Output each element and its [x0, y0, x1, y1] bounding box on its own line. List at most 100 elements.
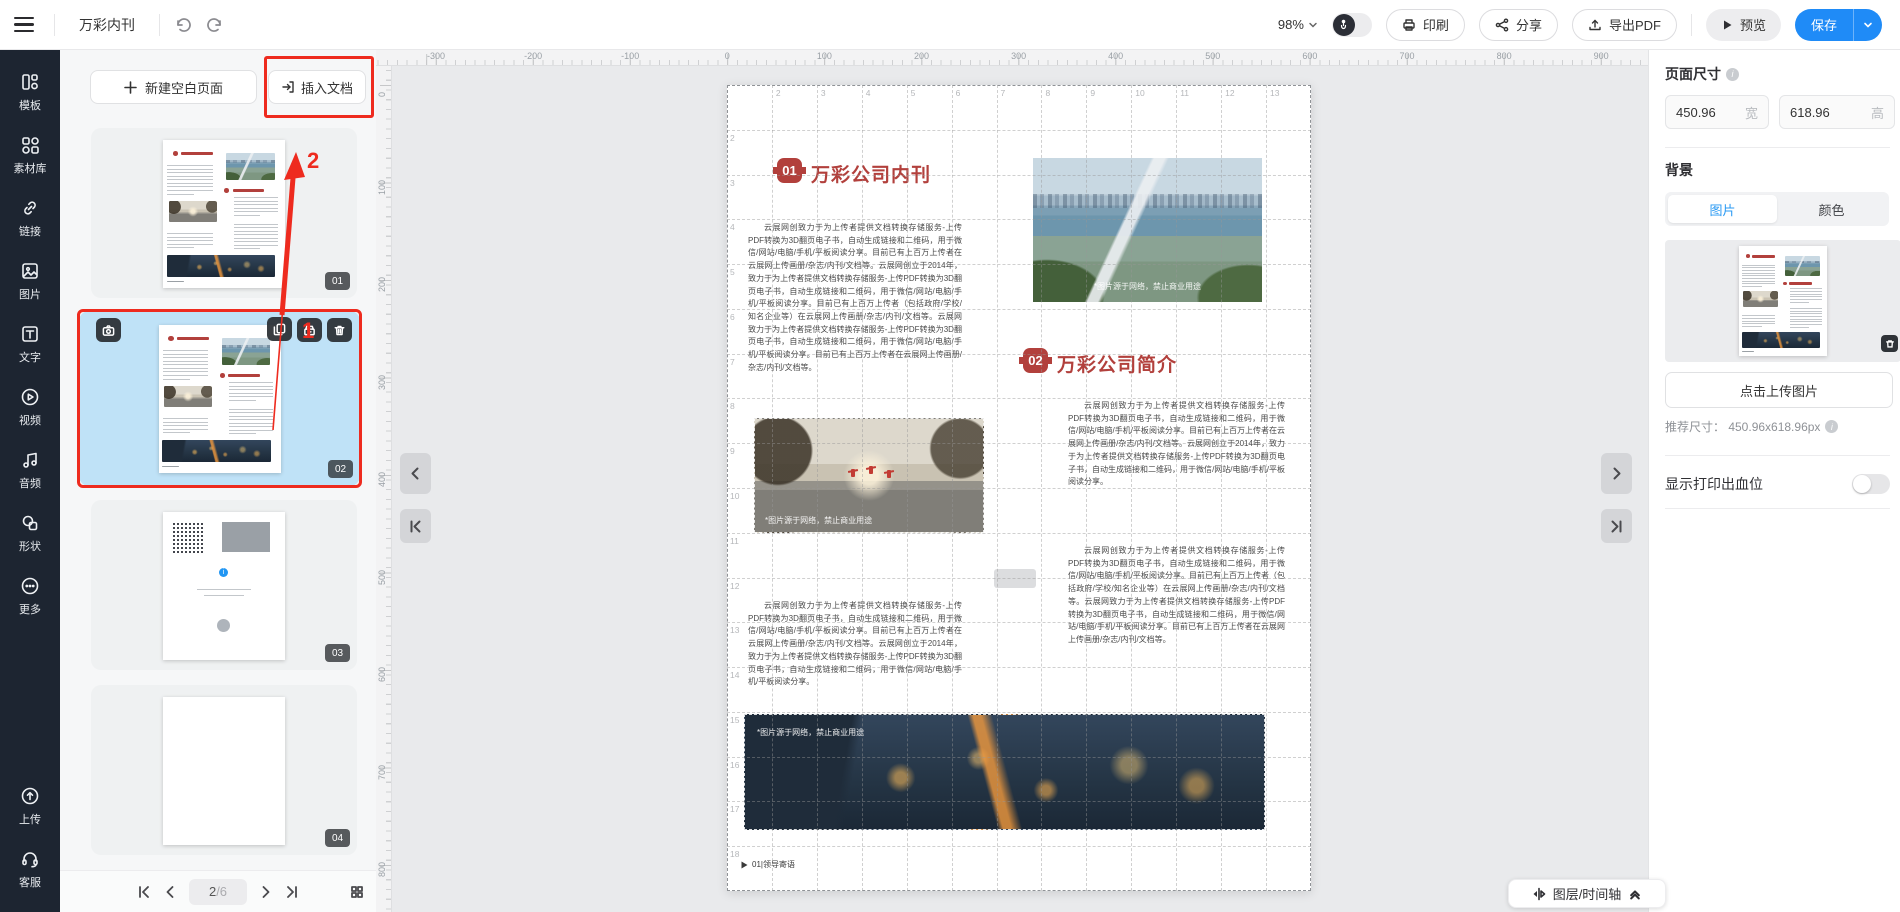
- undo-icon[interactable]: [174, 16, 192, 34]
- last-page-nav-button[interactable]: [1601, 509, 1632, 543]
- template-icon: [20, 72, 40, 92]
- sidebar-item-templates[interactable]: 模板: [0, 72, 60, 113]
- page-width-field[interactable]: 宽: [1665, 95, 1769, 129]
- insert-document-button[interactable]: 插入文档: [268, 70, 366, 104]
- people-on-road-photo[interactable]: *图片源于网络，禁止商业用途: [754, 418, 984, 533]
- sidebar-item-shapes[interactable]: 形状: [0, 513, 60, 554]
- section-badge-02[interactable]: 02: [1023, 348, 1048, 373]
- preview-shape: [1742, 273, 1775, 274]
- preview-shape: [167, 194, 194, 195]
- preview-button[interactable]: 预览: [1706, 9, 1781, 41]
- current-page: 2: [209, 884, 216, 899]
- menu-icon[interactable]: [14, 12, 40, 38]
- layers-timeline-button[interactable]: 图层/时间轴: [1508, 879, 1666, 908]
- first-page-nav-button[interactable]: [400, 509, 431, 543]
- preview-shape: [167, 179, 212, 180]
- grid-view-icon[interactable]: [350, 885, 364, 899]
- photo-watermark: *图片源于网络，禁止商业用途: [765, 515, 872, 526]
- prev-page-nav-button[interactable]: [400, 453, 431, 494]
- sidebar-item-support[interactable]: 客服: [0, 849, 60, 890]
- touch-mode-toggle[interactable]: [1332, 13, 1372, 37]
- remove-background-icon[interactable]: [1881, 335, 1898, 352]
- element-drag-handle[interactable]: [994, 569, 1036, 588]
- snapshot-camera-icon[interactable]: [96, 318, 121, 342]
- new-blank-page-label: 新建空白页面: [145, 78, 223, 97]
- background-preview[interactable]: [1665, 240, 1900, 362]
- save-dropdown-caret[interactable]: [1853, 9, 1882, 41]
- bleed-toggle[interactable]: [1852, 474, 1890, 494]
- page-size-label: 页面尺寸 i: [1665, 64, 1739, 84]
- preview-shape: [229, 419, 273, 420]
- next-page-nav-button[interactable]: [1601, 453, 1632, 494]
- duplicate-page-icon[interactable]: [267, 317, 292, 341]
- page-paragraph-right-1[interactable]: 云展网创致力于为上传者提供文档转换存储服务-上传PDF转换为3D翻页电子书，自动…: [1068, 400, 1285, 528]
- sidebar-item-upload[interactable]: 上传: [0, 786, 60, 827]
- upload-image-button[interactable]: 点击上传图片: [1665, 372, 1893, 408]
- first-page-icon[interactable]: [137, 885, 151, 899]
- city-bridge-photo[interactable]: *图片源于网络，禁止商业用途: [1032, 157, 1263, 303]
- page-footer[interactable]: 01|领导寄语: [741, 859, 795, 870]
- export-pdf-button[interactable]: 导出PDF: [1572, 9, 1677, 41]
- previous-page-icon[interactable]: [163, 885, 177, 899]
- save-button[interactable]: 保存: [1795, 9, 1882, 41]
- page-paragraph-left-2[interactable]: 云展网创致力于为上传者提供文档转换存储服务-上传PDF转换为3D翻页电子书，自动…: [748, 600, 962, 700]
- text-icon: [20, 324, 40, 344]
- page-height-field[interactable]: 高: [1779, 95, 1895, 129]
- preview-shape: [1790, 319, 1822, 320]
- grid-line: [727, 712, 1311, 713]
- sidebar-label: 模板: [19, 97, 41, 113]
- next-page-icon[interactable]: [259, 885, 273, 899]
- zoom-select[interactable]: 98%: [1278, 17, 1318, 32]
- preview-shape: [1790, 316, 1822, 317]
- sidebar-item-audio[interactable]: 音频: [0, 450, 60, 491]
- preview-shape: [168, 336, 173, 341]
- redo-icon[interactable]: [206, 16, 224, 34]
- preview-shape: [1785, 256, 1820, 276]
- sidebar-item-more[interactable]: 更多: [0, 576, 60, 617]
- page-thumbnail-2-selected[interactable]: 02: [79, 311, 360, 486]
- sidebar-item-images[interactable]: 图片: [0, 261, 60, 302]
- print-button[interactable]: 印刷: [1386, 9, 1465, 41]
- section-title-2[interactable]: 万彩公司简介: [1057, 350, 1177, 377]
- width-suffix: 宽: [1745, 103, 1758, 122]
- preview-shape: [167, 169, 212, 170]
- page-paragraph-left-1[interactable]: 云展网创致力于为上传者提供文档转换存储服务-上传PDF转换为3D翻页电子书，自动…: [748, 222, 962, 402]
- share-button[interactable]: 分享: [1479, 9, 1558, 41]
- page-thumbnail-3[interactable]: i 03: [91, 500, 357, 670]
- page-canvas[interactable]: 01 万彩公司内刊 云展网创致力于为上传者提供文档转换存储服务-上传PDF转换为…: [727, 85, 1311, 891]
- sidebar-item-video[interactable]: 视频: [0, 387, 60, 428]
- new-blank-page-button[interactable]: 新建空白页面: [90, 70, 257, 104]
- canvas-area[interactable]: -300-200-1000100200300400500600700800900…: [376, 50, 1648, 912]
- sidebar-label: 更多: [19, 601, 41, 617]
- sidebar-item-assets[interactable]: 素材库: [0, 135, 60, 176]
- page-preview: [163, 140, 285, 288]
- page-paragraph-right-2[interactable]: 云展网创致力于为上传者提供文档转换存储服务-上传PDF转换为3D翻页电子书，自动…: [1068, 545, 1285, 700]
- bleed-label: 显示打印出血位: [1665, 474, 1763, 494]
- page-indicator[interactable]: 2/6: [189, 879, 247, 905]
- tab-color[interactable]: 颜色: [1777, 195, 1886, 223]
- page-height-input[interactable]: [1790, 105, 1852, 120]
- section-title-1[interactable]: 万彩公司内刊: [811, 160, 931, 187]
- preview-shape: [229, 386, 273, 387]
- preview-shape: [1742, 332, 1820, 348]
- sidebar-item-text[interactable]: 文字: [0, 324, 60, 365]
- preview-shape: [234, 245, 278, 246]
- section-badge-01[interactable]: 01: [777, 158, 802, 183]
- page-width-input[interactable]: [1676, 105, 1738, 120]
- page-number-badge: 01: [325, 272, 350, 290]
- sidebar-label: 素材库: [14, 160, 47, 176]
- video-icon: [20, 387, 40, 407]
- figure-red: [887, 470, 891, 478]
- sidebar-label: 链接: [19, 223, 41, 239]
- page-preview: [163, 697, 285, 845]
- tab-image[interactable]: 图片: [1668, 195, 1777, 223]
- sidebar-item-links[interactable]: 链接: [0, 198, 60, 239]
- night-city-panorama-photo[interactable]: *图片源于网络，禁止商业用途: [744, 714, 1265, 830]
- last-page-icon[interactable]: [285, 885, 299, 899]
- grid-row-label: 15: [730, 715, 739, 725]
- grid-row-label: 12: [730, 581, 739, 591]
- sidebar-label: 上传: [19, 811, 41, 827]
- preview-shape: [163, 350, 208, 351]
- delete-page-icon[interactable]: [327, 318, 352, 342]
- page-thumbnail-4[interactable]: 04: [91, 685, 357, 855]
